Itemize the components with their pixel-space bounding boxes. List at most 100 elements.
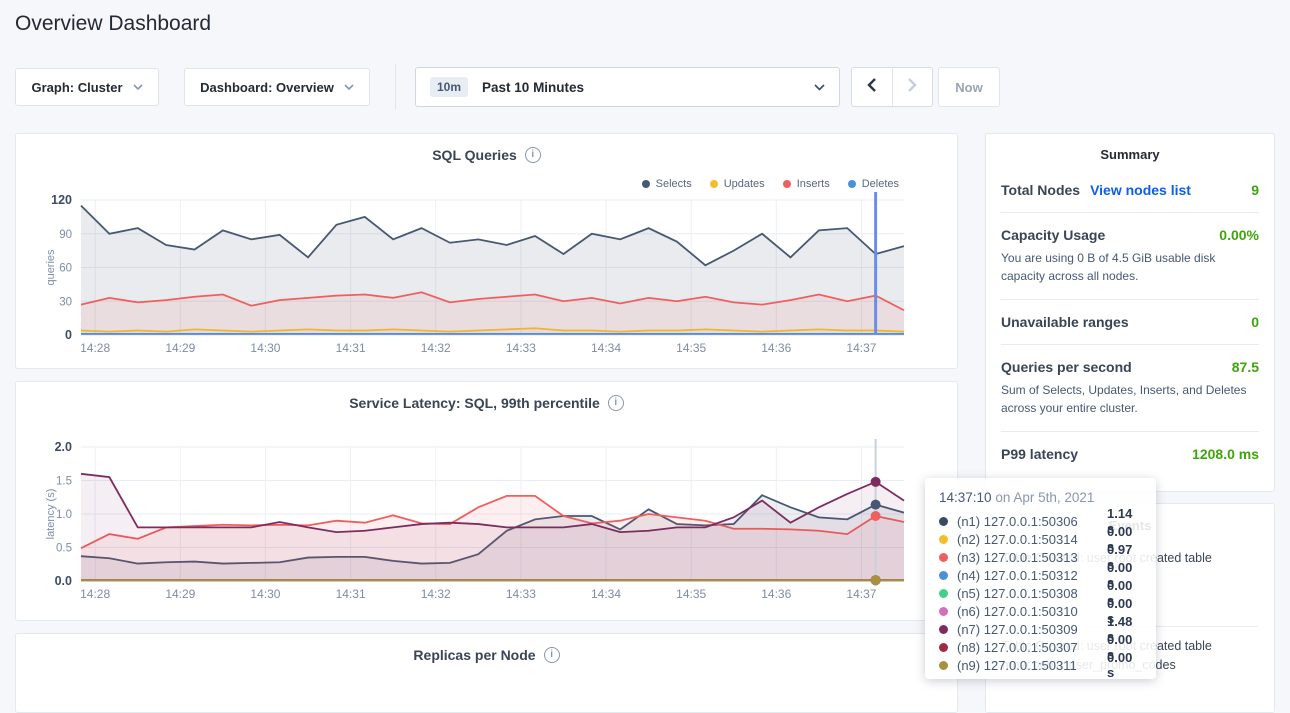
legend-item-updates[interactable]: Updates (710, 178, 765, 190)
sql-queries-chart-card: SQL Queries i Selects Updates Inserts Delete… (15, 133, 958, 369)
series-color-dot (939, 517, 948, 526)
summary-row-value: 1208.0 ms (1192, 446, 1259, 462)
time-prev-button[interactable] (852, 68, 893, 106)
svg-text:14:32: 14:32 (421, 341, 451, 355)
dashboard-dropdown[interactable]: Dashboard: Overview (184, 68, 370, 106)
svg-text:14:29: 14:29 (165, 341, 195, 355)
svg-text:14:31: 14:31 (336, 341, 366, 355)
svg-text:14:37: 14:37 (846, 341, 876, 355)
summary-row: Unavailable ranges0 (1001, 300, 1259, 345)
tooltip-node-label: (n4) 127.0.0.1:50312 (957, 568, 1107, 583)
svg-text:14:36: 14:36 (761, 587, 791, 601)
legend-item-deletes[interactable]: Deletes (848, 178, 899, 190)
graph-scope-label: Graph: Cluster (31, 80, 122, 95)
summary-row-head: Capacity Usage0.00% (1001, 227, 1259, 243)
series-color-dot (939, 625, 948, 634)
summary-title: Summary (1001, 147, 1259, 162)
page-title: Overview Dashboard (15, 12, 211, 36)
svg-text:1.0: 1.0 (56, 509, 72, 521)
svg-text:latency (s): latency (s) (45, 489, 57, 540)
legend-label: Deletes (862, 178, 899, 190)
summary-row-label: Total Nodes (1001, 182, 1080, 198)
summary-panel: Summary Total Nodes View nodes list 9 Capac… (985, 133, 1275, 492)
svg-text:14:29: 14:29 (165, 587, 195, 601)
svg-text:14:36: 14:36 (761, 341, 791, 355)
controls-divider (395, 64, 396, 110)
tooltip-node-label: (n2) 127.0.0.1:50314 (957, 532, 1107, 547)
time-range-label: Past 10 Minutes (482, 80, 584, 95)
time-next-button[interactable] (893, 68, 933, 106)
summary-row-head: Unavailable ranges0 (1001, 314, 1259, 330)
series-color-dot (939, 661, 948, 670)
summary-row: Capacity Usage0.00% You are using 0 B of … (1001, 213, 1259, 300)
tooltip-node-value: 0.00 s (1107, 650, 1142, 680)
series-color-dot (939, 553, 948, 562)
service-latency-chart-card: Service Latency: SQL, 99th percentilei 1… (15, 381, 958, 621)
series-color-dot (939, 643, 948, 652)
svg-text:14:30: 14:30 (250, 341, 280, 355)
svg-text:90: 90 (59, 229, 72, 241)
svg-text:14:30: 14:30 (250, 587, 280, 601)
svg-text:14:35: 14:35 (676, 341, 706, 355)
summary-row-label: Unavailable ranges (1001, 314, 1129, 330)
info-icon[interactable]: i (544, 647, 560, 663)
summary-row-label: Queries per second (1001, 359, 1132, 375)
svg-text:14:32: 14:32 (421, 587, 451, 601)
chevron-down-icon (133, 84, 143, 90)
tooltip-node-label: (n1) 127.0.0.1:50306 (957, 514, 1107, 529)
series-color-dot (939, 607, 948, 616)
tooltip-node-row: (n9) 127.0.0.1:503110.00 s (939, 656, 1142, 674)
legend-item-selects[interactable]: Selects (642, 178, 692, 190)
svg-text:14:28: 14:28 (80, 587, 110, 601)
legend-item-inserts[interactable]: Inserts (783, 178, 830, 190)
chart-title-sql-queries: SQL Queries (432, 147, 517, 163)
series-color-dot (939, 535, 948, 544)
svg-text:14:37: 14:37 (846, 587, 876, 601)
legend-color-dot (710, 180, 718, 188)
time-nav-group (851, 67, 933, 107)
tooltip-node-label: (n3) 127.0.0.1:50313 (957, 550, 1107, 565)
summary-row-description: You are using 0 B of 4.5 GiB usable disk… (1001, 249, 1259, 285)
legend-label: Selects (656, 178, 692, 190)
info-icon[interactable]: i (525, 147, 541, 163)
summary-row-description: Sum of Selects, Updates, Inserts, and De… (1001, 381, 1259, 417)
now-button[interactable]: Now (938, 67, 1000, 107)
legend-color-dot (848, 180, 856, 188)
tooltip-node-label: (n9) 127.0.0.1:50311 (957, 658, 1107, 673)
time-range-dropdown[interactable]: 10m Past 10 Minutes (415, 67, 840, 107)
tooltip-node-label: (n8) 127.0.0.1:50307 (957, 640, 1107, 655)
summary-row-value: 9 (1251, 182, 1259, 198)
svg-text:2.0: 2.0 (55, 440, 72, 454)
dashboard-label: Dashboard: Overview (200, 80, 334, 95)
chart-hover-tooltip: 14:37:10 on Apr 5th, 2021 (n1) 127.0.0.1… (925, 478, 1156, 679)
info-icon[interactable]: i (608, 395, 624, 411)
view-nodes-list-link[interactable]: View nodes list (1090, 182, 1191, 198)
svg-text:14:33: 14:33 (506, 587, 536, 601)
summary-row-head: P99 latency1208.0 ms (1001, 446, 1259, 462)
sql-queries-legend: Selects Updates Inserts Deletes (642, 178, 899, 190)
graph-scope-dropdown[interactable]: Graph: Cluster (15, 68, 159, 106)
summary-row-head: Total Nodes View nodes list 9 (1001, 182, 1259, 198)
summary-row-value: 0.00% (1219, 227, 1259, 243)
series-color-dot (939, 571, 948, 580)
tooltip-node-label: (n7) 127.0.0.1:50309 (957, 622, 1107, 637)
chart-title-replicas-per-node: Replicas per Node (413, 647, 535, 663)
replicas-per-node-chart-card: Replicas per Node i (15, 633, 958, 713)
tooltip-timestamp: 14:37:10 on Apr 5th, 2021 (939, 490, 1142, 505)
summary-row-value: 87.5 (1232, 359, 1259, 375)
svg-text:14:35: 14:35 (676, 587, 706, 601)
series-color-dot (939, 589, 948, 598)
legend-color-dot (642, 180, 650, 188)
svg-text:14:31: 14:31 (336, 587, 366, 601)
tooltip-node-label: (n5) 127.0.0.1:50308 (957, 586, 1107, 601)
svg-text:120: 120 (51, 193, 72, 207)
chevron-right-icon (907, 77, 917, 98)
chevron-left-icon (867, 77, 877, 98)
svg-text:14:33: 14:33 (506, 341, 536, 355)
tooltip-node-label: (n6) 127.0.0.1:50310 (957, 604, 1107, 619)
summary-row: P99 latency1208.0 ms (1001, 432, 1259, 476)
svg-text:queries: queries (45, 249, 57, 286)
summary-row-head: Queries per second 87.5 (1001, 359, 1259, 375)
chevron-down-icon (344, 84, 354, 90)
svg-text:60: 60 (59, 263, 72, 275)
